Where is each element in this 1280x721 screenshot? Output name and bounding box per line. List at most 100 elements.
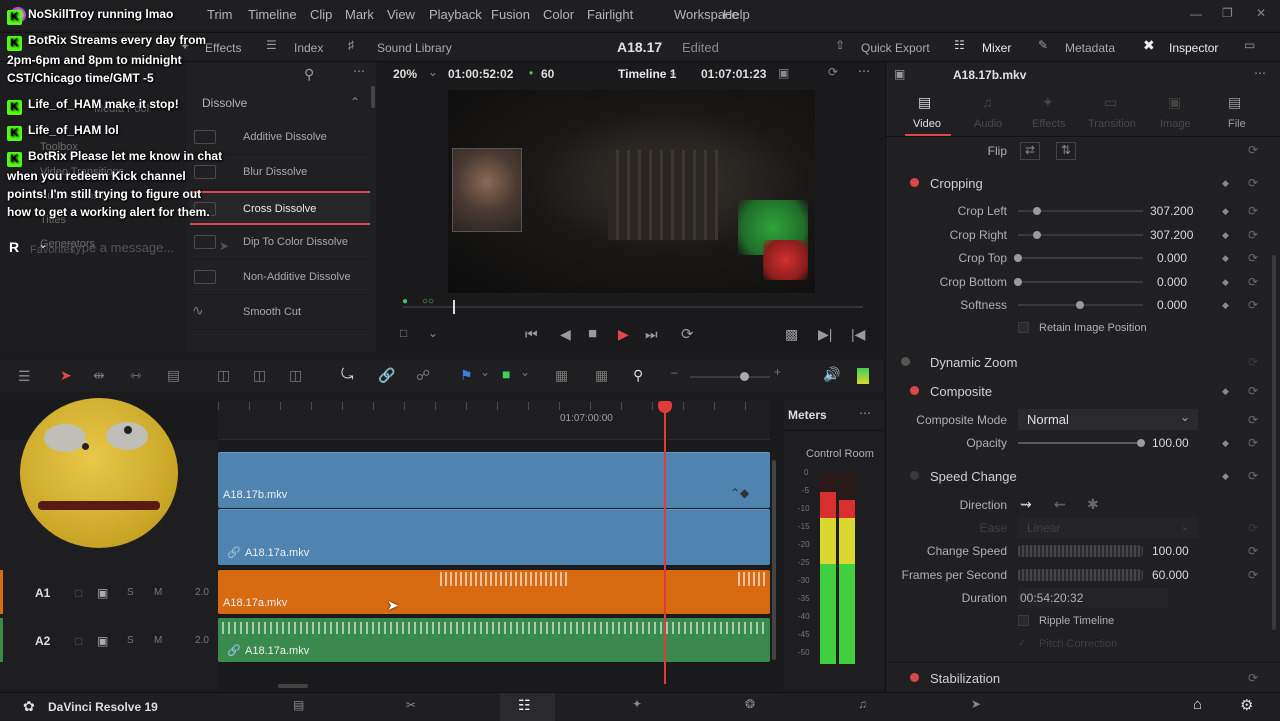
enable-dot-icon[interactable] <box>910 471 919 480</box>
play-reverse-icon[interactable]: ◀ <box>560 326 571 343</box>
linked-selection-icon[interactable]: 🔗 <box>378 367 395 384</box>
crop-right-value[interactable]: 307.200 <box>1150 228 1193 242</box>
reset-icon[interactable]: ⟳ <box>1248 671 1258 685</box>
composite-mode-select[interactable]: Normal ⌄ <box>1018 409 1198 430</box>
next-edit-icon[interactable]: ▶| <box>818 326 832 343</box>
timeline-vscrollbar[interactable] <box>772 460 776 660</box>
keyframe-icon[interactable]: ◆ <box>1222 438 1229 449</box>
viewer-options-icon[interactable]: ▣ <box>778 66 789 80</box>
reset-icon[interactable]: ⟳ <box>1248 355 1258 369</box>
cropping-section-title[interactable]: Cropping <box>930 176 983 191</box>
deliver-page-icon[interactable]: ➤ <box>971 697 981 711</box>
slider-knob[interactable] <box>1033 231 1041 239</box>
keyframe-icon[interactable]: ◆ <box>1222 277 1229 288</box>
metadata-icon[interactable]: ✎ <box>1038 38 1048 52</box>
close-icon[interactable]: ✕ <box>1256 6 1266 20</box>
reset-icon[interactable]: ⟳ <box>1248 228 1258 242</box>
keyframe-icon[interactable]: ◆ <box>1222 178 1229 189</box>
keyframe-icon[interactable]: ◆ <box>1222 230 1229 241</box>
search-icon[interactable]: ⚲ <box>304 66 314 83</box>
reset-icon[interactable]: ⟳ <box>1248 436 1258 450</box>
insert-clip-icon[interactable]: ◫ <box>217 367 230 384</box>
reset-icon[interactable]: ⟳ <box>1248 204 1258 218</box>
crop-top-value[interactable]: 0.000 <box>1157 251 1187 265</box>
enable-dot-icon[interactable] <box>910 386 919 395</box>
chevron-down-icon[interactable]: ⌄ <box>480 365 490 379</box>
image-tab-icon[interactable]: ▣ <box>1168 94 1181 111</box>
sync-icon[interactable]: ⟳ <box>828 65 838 79</box>
dynamic-zoom-section-title[interactable]: Dynamic Zoom <box>930 355 1017 370</box>
tab-transition[interactable]: Transition <box>1088 118 1136 130</box>
auto-select-icon[interactable]: ▣ <box>97 634 108 648</box>
settings-icon[interactable]: ⚙ <box>1240 696 1253 714</box>
trim-tool-icon[interactable]: ⇹ <box>93 367 105 384</box>
menu-fusion[interactable]: Fusion <box>491 7 530 22</box>
minimize-icon[interactable]: — <box>1190 7 1202 21</box>
keyframe-icon[interactable]: ◆ <box>1222 253 1229 264</box>
fps-value[interactable]: 60.000 <box>1152 568 1189 582</box>
reset-icon[interactable]: ⟳ <box>1248 568 1258 582</box>
slider-knob[interactable] <box>1076 301 1084 309</box>
flip-horizontal-icon[interactable]: ⇄ <box>1020 142 1040 160</box>
zoom-custom-icon[interactable]: ⚲ <box>633 367 643 384</box>
cut-page-icon[interactable]: ✂ <box>406 698 416 712</box>
menu-playback[interactable]: Playback <box>429 7 482 22</box>
reset-icon[interactable]: ⟳ <box>1248 275 1258 289</box>
more-options-icon[interactable]: ⋯ <box>859 406 871 420</box>
zoom-in-icon[interactable]: + <box>774 365 781 379</box>
index-icon[interactable]: ☰ <box>266 38 277 52</box>
zoom-slider[interactable] <box>690 376 770 378</box>
mute-button[interactable]: M <box>154 635 162 646</box>
selection-tool-icon[interactable]: ➤ <box>60 367 72 384</box>
keyframe-icon[interactable]: ◆ <box>1222 471 1229 482</box>
chevron-down-icon[interactable]: ⌄ <box>38 237 48 251</box>
crop-top-slider[interactable] <box>1018 257 1143 259</box>
flip-vertical-icon[interactable]: ⇅ <box>1056 142 1076 160</box>
tab-audio[interactable]: Audio <box>974 118 1002 130</box>
maximize-icon[interactable]: ❐ <box>1222 6 1233 20</box>
stabilization-section-title[interactable]: Stabilization <box>930 671 1000 686</box>
file-tab-icon[interactable]: ▤ <box>1228 94 1241 111</box>
timeline-playhead[interactable] <box>664 404 666 684</box>
snapping-icon[interactable]: ⤿ <box>341 366 354 383</box>
video-tab-icon[interactable]: ▤ <box>918 94 931 111</box>
safe-area-icon[interactable]: □ <box>400 326 407 340</box>
keyframe-toggle-icon[interactable]: ⌃◆ <box>730 486 749 500</box>
menu-mark[interactable]: Mark <box>345 7 374 22</box>
inspector-scrollbar[interactable] <box>1272 255 1276 630</box>
skip-to-end-icon[interactable]: ⏭ <box>645 326 658 343</box>
chevron-down-icon[interactable]: ⌄ <box>520 365 530 379</box>
reset-icon[interactable]: ⟳ <box>1248 544 1258 558</box>
enable-dot-icon[interactable] <box>901 357 910 366</box>
collapse-icon[interactable]: ⌃ <box>350 95 360 109</box>
metadata-button[interactable]: Metadata <box>1065 41 1115 55</box>
lock-icon[interactable]: □ <box>75 586 82 600</box>
menu-timeline[interactable]: Timeline <box>248 7 297 22</box>
softness-value[interactable]: 0.000 <box>1157 298 1187 312</box>
slider-knob[interactable] <box>1137 439 1145 447</box>
solo-button[interactable]: S <box>127 635 134 646</box>
forward-icon[interactable]: ⇝ <box>1020 496 1032 513</box>
quick-export-button[interactable]: Quick Export <box>861 41 930 55</box>
blade-tool-icon[interactable]: ▤ <box>167 367 180 384</box>
video-clip-v2[interactable] <box>218 452 770 508</box>
play-icon[interactable]: ▶ <box>618 326 629 343</box>
chevron-down-icon[interactable]: ⌄ <box>428 65 438 79</box>
crop-bottom-value[interactable]: 0.000 <box>1157 275 1187 289</box>
keyframe-icon[interactable]: ◆ <box>1222 300 1229 311</box>
quick-export-icon[interactable]: ⇧ <box>835 38 845 52</box>
position-lock-icon[interactable]: ☍ <box>416 367 430 384</box>
volume-icon[interactable]: 🔊 <box>823 366 840 383</box>
reset-icon[interactable]: ⟳ <box>1248 384 1258 398</box>
home-icon[interactable]: ⌂ <box>1193 696 1202 713</box>
chevron-down-icon[interactable]: ⌄ <box>428 326 438 340</box>
dynamic-trim-icon[interactable]: ⇿ <box>130 367 142 384</box>
color-page-icon[interactable]: ❂ <box>745 697 755 711</box>
sound-library-button[interactable]: Sound Library <box>377 41 452 55</box>
inspector-layout-icon[interactable]: ▣ <box>894 67 905 81</box>
more-options-icon[interactable]: ⋯ <box>353 64 365 78</box>
timeline-options-icon[interactable]: ☰ <box>18 368 31 385</box>
inspector-icon[interactable]: ✖ <box>1143 37 1155 54</box>
mute-button[interactable]: M <box>154 587 162 598</box>
overwrite-clip-icon[interactable]: ◫ <box>253 367 266 384</box>
